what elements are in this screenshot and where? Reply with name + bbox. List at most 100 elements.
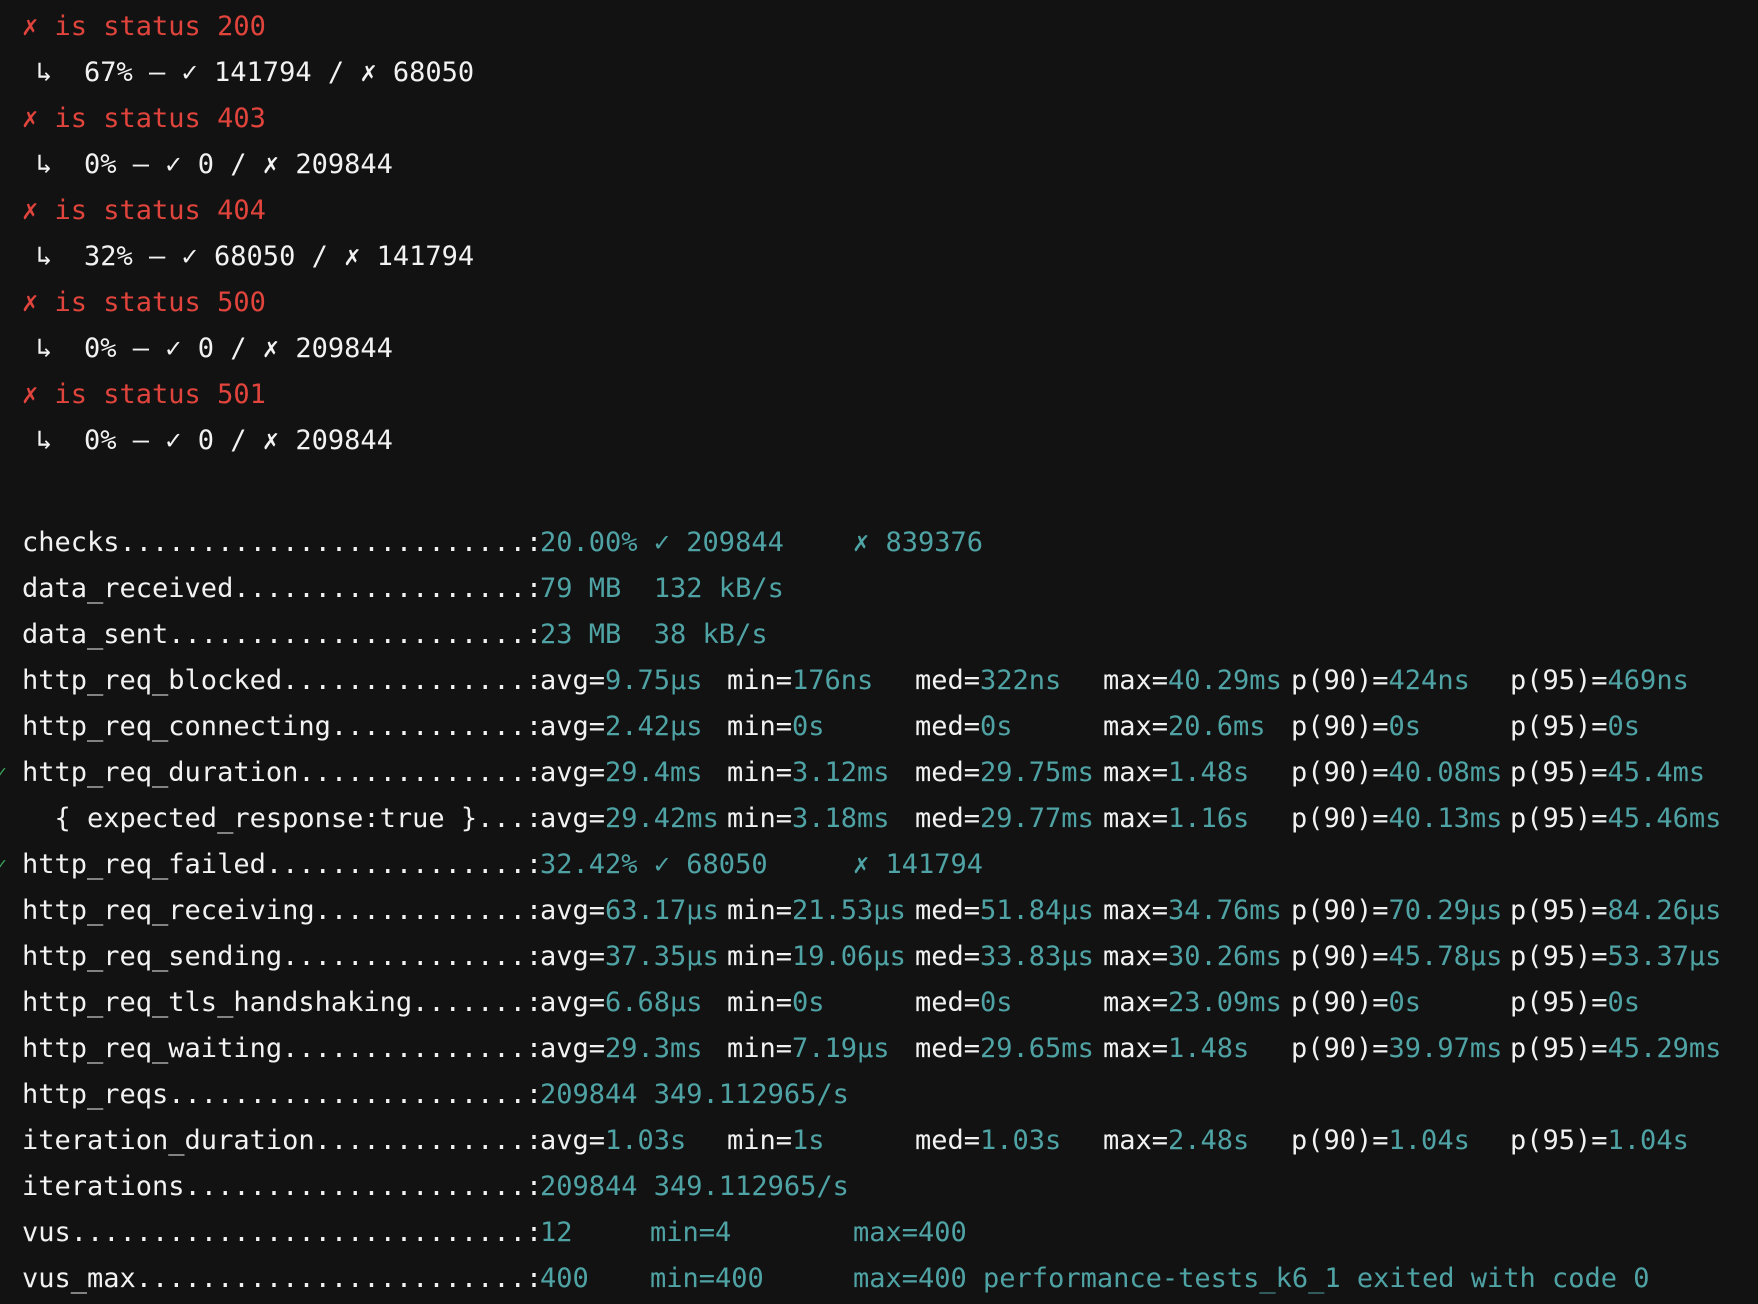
metric-label: http_req_sending...............: <box>22 941 543 972</box>
stat-value: 53.37µs <box>1607 941 1722 972</box>
metric-stat: avg=29.4ms <box>540 750 703 796</box>
stat-key: min= <box>727 803 793 834</box>
stat-value: 469ns <box>1607 665 1689 696</box>
metric-row: iteration_duration.............: avg=1.03… <box>0 1118 1758 1164</box>
stat-key: p(90)= <box>1291 1033 1389 1064</box>
metric-stat: p(90)=45.78µs <box>1291 934 1502 980</box>
metric-stat: avg=29.3ms <box>540 1026 703 1072</box>
stat-value: 1.48s <box>1168 1033 1250 1064</box>
stat-value: 45.78µs <box>1388 941 1503 972</box>
metric-stat: med=29.75ms <box>915 750 1094 796</box>
stat-value: 39.97ms <box>1388 1033 1503 1064</box>
metric-row: data_sent......................: 23 MB 38… <box>0 612 1758 658</box>
result-arrow: ↳ <box>36 241 53 272</box>
metric-stat: med=0s <box>915 704 1013 750</box>
metric-row: ✓ http_req_duration..............: avg=29.… <box>0 750 1758 796</box>
check-result: 0% — ✓ 0 / ✗ 209844 <box>84 425 393 456</box>
metric-row: { expected_response:true }...: avg=29.42m… <box>0 796 1758 842</box>
stat-value: 40.13ms <box>1388 803 1503 834</box>
metric-stat: med=51.84µs <box>915 888 1094 934</box>
stat-value: 176ns <box>792 665 874 696</box>
metric-stat: p(95)=53.37µs <box>1510 934 1721 980</box>
metric-stat: p(90)=40.08ms <box>1291 750 1502 796</box>
metric-label: http_req_duration..............: <box>22 757 543 788</box>
stat-key: min= <box>727 1125 793 1156</box>
metric-value: ✗ 141794 <box>853 849 984 880</box>
metric-stat: med=1.03s <box>915 1118 1061 1164</box>
metric-stat: p(90)=1.04s <box>1291 1118 1470 1164</box>
stat-value: 424ns <box>1388 665 1470 696</box>
stat-key: max= <box>1103 757 1169 788</box>
stat-key: max= <box>1103 1033 1169 1064</box>
metric-row: http_req_sending...............: avg=37.3… <box>0 934 1758 980</box>
metric-stat: min=7.19µs <box>727 1026 890 1072</box>
metric-stat: min=0s <box>727 980 825 1026</box>
metric-value: max=400 <box>853 1217 967 1248</box>
metric-stat: avg=37.35µs <box>540 934 719 980</box>
stat-key: max= <box>1103 711 1169 742</box>
stat-value: 63.17µs <box>605 895 719 926</box>
threshold-pass-icon: ✓ <box>0 762 7 783</box>
stat-key: med= <box>915 665 981 696</box>
stat-key: med= <box>915 987 981 1018</box>
metric-stat: max=40.29ms <box>1103 658 1282 704</box>
stat-key: p(95)= <box>1510 665 1608 696</box>
stat-key: avg= <box>540 987 606 1018</box>
stat-key: max= <box>1103 987 1169 1018</box>
metric-stat: min=1s <box>727 1118 825 1164</box>
stat-value: 45.4ms <box>1607 757 1706 788</box>
stat-value: 9.75µs <box>605 665 703 696</box>
stat-key: min= <box>727 757 793 788</box>
stat-key: p(90)= <box>1291 803 1389 834</box>
stat-value: 0s <box>1607 987 1641 1018</box>
metric-stat: min=0s <box>727 704 825 750</box>
metric-stat: p(95)=45.4ms <box>1510 750 1705 796</box>
stat-key: max= <box>1103 665 1169 696</box>
stat-value: 30.26ms <box>1168 941 1282 972</box>
metric-stat: p(90)=40.13ms <box>1291 796 1502 842</box>
stat-key: avg= <box>540 895 606 926</box>
stat-key: min= <box>727 987 793 1018</box>
metric-value: 79 MB 132 kB/s <box>540 573 784 604</box>
metric-label: vus............................: <box>22 1217 543 1248</box>
metric-label: iteration_duration.............: <box>22 1125 543 1156</box>
stat-key: p(95)= <box>1510 757 1608 788</box>
metric-label: http_reqs......................: <box>22 1079 543 1110</box>
metric-stat: p(95)=469ns <box>1510 658 1689 704</box>
stat-value: 2.42µs <box>605 711 703 742</box>
stat-value: 0s <box>1607 711 1641 742</box>
stat-key: min= <box>727 711 793 742</box>
stat-value: 29.42ms <box>605 803 719 834</box>
metric-stat: med=322ns <box>915 658 1061 704</box>
metric-stat: p(90)=70.29µs <box>1291 888 1502 934</box>
stat-key: med= <box>915 1033 981 1064</box>
stat-value: 322ns <box>980 665 1062 696</box>
metric-value: 23 MB 38 kB/s <box>540 619 768 650</box>
metric-label: http_req_waiting...............: <box>22 1033 543 1064</box>
stat-key: med= <box>915 711 981 742</box>
stat-key: p(95)= <box>1510 895 1608 926</box>
stat-value: 21.53µs <box>792 895 906 926</box>
stat-key: med= <box>915 895 981 926</box>
metric-stat: avg=1.03s <box>540 1118 686 1164</box>
metric-stat: max=20.6ms <box>1103 704 1266 750</box>
check-name: ✗ is status 403 <box>22 103 266 134</box>
metric-stat: avg=6.68µs <box>540 980 703 1026</box>
metric-stat: max=34.76ms <box>1103 888 1282 934</box>
result-arrow: ↳ <box>36 333 53 364</box>
metric-label: http_req_failed................: <box>22 849 543 880</box>
metric-label: iterations.....................: <box>22 1171 543 1202</box>
stat-value: 3.18ms <box>792 803 890 834</box>
terminal-output: ✗ is status 200 ↳ 67% — ✓ 141794 / ✗ 68050… <box>0 0 1758 1304</box>
stat-key: max= <box>1103 941 1169 972</box>
check-name: ✗ is status 500 <box>22 287 266 318</box>
stat-key: p(95)= <box>1510 711 1608 742</box>
stat-key: max= <box>1103 803 1169 834</box>
metric-stat: avg=2.42µs <box>540 704 703 750</box>
metric-stat: max=23.09ms <box>1103 980 1282 1026</box>
stat-key: avg= <box>540 1033 606 1064</box>
metric-stat: max=30.26ms <box>1103 934 1282 980</box>
stat-key: p(95)= <box>1510 803 1608 834</box>
stat-value: 0s <box>792 711 825 742</box>
metric-row: checks.........................: 20.00% ✓… <box>0 520 1758 566</box>
